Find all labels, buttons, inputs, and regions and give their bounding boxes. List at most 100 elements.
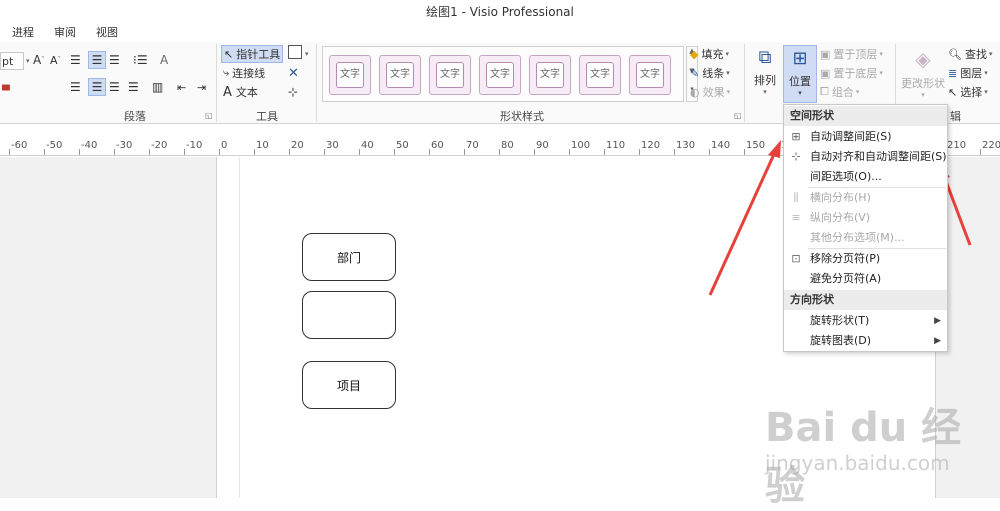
group-icon: ⧠ — [820, 85, 829, 98]
shape-styles-launcher-icon[interactable]: ◱ — [734, 111, 742, 120]
menu-item-distribute-h[interactable]: ⫼ 横向分布(H) — [784, 188, 947, 208]
increase-indent-icon[interactable]: ⇥ — [197, 78, 206, 96]
menu-item-distribute-v-label: 纵向分布(V) — [810, 211, 871, 224]
position-icon: ⊞ — [792, 48, 808, 69]
connector-tool-label: 连接线 — [232, 67, 266, 80]
style-thumb[interactable]: 文字 — [429, 55, 471, 95]
distribute-icon[interactable]: ▥ — [152, 78, 163, 96]
style-thumb[interactable]: 文字 — [529, 55, 571, 95]
paragraph-launcher-icon[interactable]: ◱ — [205, 111, 213, 120]
menu-item-distribute-v[interactable]: ≡ 纵向分布(V) — [784, 208, 947, 228]
style-thumb[interactable]: 文字 — [579, 55, 621, 95]
font-color-icon[interactable]: ▄ — [2, 76, 10, 94]
connection-point-icon[interactable]: ⊹ — [288, 83, 298, 101]
menu-item-more-distribute-label: 其他分布选项(M)... — [810, 231, 905, 244]
style-thumb[interactable]: 文字 — [379, 55, 421, 95]
pointer-tool-button[interactable]: ↖ 指针工具 — [221, 45, 283, 63]
menu-item-rotate-shapes[interactable]: 旋转形状(T) ▶ — [784, 311, 947, 331]
menu-item-auto-space[interactable]: ⊞ 自动调整间距(S) — [784, 127, 947, 147]
line-icon: ✎ — [690, 66, 700, 80]
tab-view[interactable]: 视图 — [96, 24, 118, 40]
close-tool-icon[interactable]: ✕ — [288, 64, 299, 82]
justify-icon[interactable]: ☰ — [128, 78, 139, 96]
position-dropdown-menu: 空间形状 ⊞ 自动调整间距(S) ⊹ 自动对齐和自动调整间距(S) 间距选项(O… — [783, 104, 948, 352]
tab-process[interactable]: 进程 — [12, 24, 34, 40]
menu-item-spacing-options-label: 间距选项(O)... — [810, 170, 882, 183]
ruler-tick — [359, 149, 360, 155]
menu-item-avoid-page-breaks[interactable]: 避免分页符(A) — [784, 269, 947, 289]
style-thumb[interactable]: 文字 — [329, 55, 371, 95]
find-button[interactable]: 🔍︎ 查找 ▾ — [948, 45, 992, 63]
grow-font-icon[interactable]: Aˆ — [33, 51, 45, 69]
group-button[interactable]: ⧠ 组合 ▾ — [820, 83, 859, 101]
ruler-tick-label: -60 — [11, 140, 28, 151]
ruler-tick — [674, 149, 675, 155]
page-margin-line — [239, 157, 240, 498]
fill-button[interactable]: ◆ 填充 ▾ — [690, 45, 729, 63]
shape-dept[interactable]: 部门 — [302, 233, 396, 281]
ribbon-separator — [316, 44, 317, 122]
send-back-button[interactable]: ▣ 置于底层 ▾ — [820, 64, 883, 82]
change-shape-label: 更改形状 — [901, 77, 945, 90]
style-thumb-text: 文字 — [486, 62, 514, 88]
align-middle-icon[interactable]: ☰ — [88, 51, 106, 69]
menu-item-remove-page-breaks[interactable]: ⊡ 移除分页符(P) — [784, 249, 947, 269]
auto-space-icon: ⊞ — [791, 130, 801, 143]
submenu-arrow-icon: ▶ — [934, 316, 941, 326]
shape-blank[interactable] — [302, 291, 396, 339]
menu-item-rotate-diagram[interactable]: 旋转图表(D) ▶ — [784, 331, 947, 351]
menu-item-rotate-shapes-label: 旋转形状(T) — [810, 314, 870, 327]
pointer-icon: ↖ — [224, 47, 234, 61]
tab-review[interactable]: 审阅 — [54, 24, 76, 40]
change-shape-button[interactable]: ◈ 更改形状 ▾ — [898, 45, 948, 103]
line-button[interactable]: ✎ 线条 ▾ — [690, 64, 730, 82]
layers-label: 图层 — [960, 67, 983, 80]
ruler-tick — [534, 149, 535, 155]
ruler-tick-label: 80 — [501, 140, 514, 151]
style-thumb[interactable]: 文字 — [479, 55, 521, 95]
select-button[interactable]: ↖ 选择 ▾ — [948, 83, 988, 101]
shrink-font-icon[interactable]: Aˇ — [50, 51, 61, 69]
connector-tool-button[interactable]: ⤷ 连接线 — [223, 64, 265, 82]
align-left-icon[interactable]: ☰ — [70, 78, 81, 96]
bring-front-button[interactable]: ▣ 置于顶层 ▾ — [820, 45, 883, 63]
ruler-tick — [219, 149, 220, 155]
font-size-select[interactable]: pt — [0, 52, 24, 70]
align-right-icon[interactable]: ☰ — [109, 78, 120, 96]
ruler-tick-label: 30 — [326, 140, 339, 151]
effects-button[interactable]: ◐ 效果 ▾ — [690, 83, 730, 101]
position-button[interactable]: ⊞ 位置 ▾ — [783, 45, 817, 103]
group-label-shape-styles: 形状样式 — [500, 110, 544, 123]
ruler-tick — [9, 149, 10, 155]
ruler-tick-label: 60 — [431, 140, 444, 151]
menu-item-auto-align-space[interactable]: ⊹ 自动对齐和自动调整间距(S) — [784, 147, 947, 167]
align-top-icon[interactable]: ☰ — [70, 51, 81, 69]
arrange-button[interactable]: ⧉ 排列 ▾ — [752, 45, 778, 103]
shape-project[interactable]: 项目 — [302, 361, 396, 409]
align-bottom-icon[interactable]: ☰ — [109, 51, 120, 69]
text-direction-icon[interactable]: A — [160, 51, 168, 69]
ruler-tick — [779, 149, 780, 155]
menu-item-auto-space-label: 自动调整间距(S) — [810, 130, 892, 143]
menu-item-spacing-options[interactable]: 间距选项(O)... — [784, 167, 947, 187]
ruler-tick-label: 0 — [221, 140, 228, 151]
ruler-tick-label: -10 — [186, 140, 203, 151]
window-title: 绘图1 - Visio Professional — [426, 5, 574, 19]
style-thumb[interactable]: 文字 — [629, 55, 671, 95]
menu-item-more-distribute[interactable]: 其他分布选项(M)... — [784, 228, 947, 248]
ruler-tick — [149, 149, 150, 155]
ruler-tick — [394, 149, 395, 155]
bullets-icon[interactable]: ⁝☰ — [133, 51, 148, 69]
group-label-tools: 工具 — [256, 110, 278, 123]
group-label-paragraph: 段落 — [124, 110, 146, 123]
align-center-icon[interactable]: ☰ — [88, 78, 106, 96]
layers-button[interactable]: ≣ 图层 ▾ — [948, 64, 988, 82]
rectangle-dropdown-icon[interactable]: ▾ — [305, 45, 309, 63]
rectangle-tool-icon[interactable] — [288, 45, 302, 59]
style-thumb-text: 文字 — [436, 62, 464, 88]
decrease-indent-icon[interactable]: ⇤ — [177, 78, 186, 96]
ruler-tick-label: 20 — [291, 140, 304, 151]
menu-item-avoid-page-breaks-label: 避免分页符(A) — [810, 272, 882, 285]
font-size-dropdown-icon[interactable]: ▾ — [26, 52, 30, 70]
text-tool-button[interactable]: A 文本 — [223, 83, 258, 101]
